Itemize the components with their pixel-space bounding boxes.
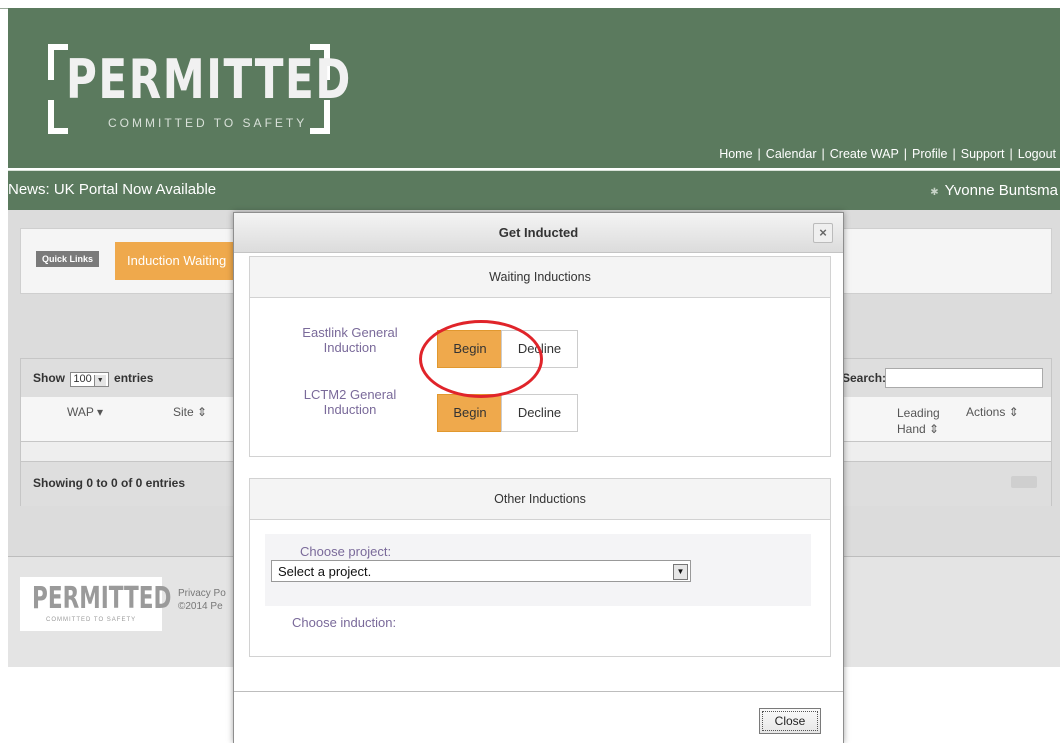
column-site[interactable]: Site ⇕ <box>173 405 207 419</box>
footer-logo: PERMITTED COMMITTED TO SAFETY <box>20 577 171 631</box>
table-info: Showing 0 to 0 of 0 entries <box>33 476 186 490</box>
nav-calendar[interactable]: Calendar <box>766 147 817 161</box>
other-inductions-panel: Other Inductions Choose project: Select … <box>249 478 831 657</box>
nav-support[interactable]: Support <box>961 147 1005 161</box>
project-select[interactable]: Select a project. ▼ <box>271 560 691 582</box>
waiting-inductions-panel: Waiting Inductions Eastlink General Indu… <box>249 256 831 457</box>
nav-separator: | <box>1009 147 1013 161</box>
sort-icon: ⇕ <box>1008 405 1019 419</box>
top-navigation: Home | Calendar | Create WAP | Profile | Support… <box>719 147 1056 161</box>
get-inducted-dialog: Get Inducted × Waiting Inductions Eastli… <box>233 212 844 743</box>
decline-button[interactable]: Decline <box>501 330 578 368</box>
news-text[interactable]: News: UK Portal Now Available <box>8 181 216 198</box>
pagination-arrows-icon[interactable] <box>1011 476 1037 488</box>
project-chooser: Choose project: Select a project. ▼ <box>265 534 811 606</box>
column-leading-hand[interactable]: Leading Hand ⇕ <box>897 405 940 437</box>
logo-bracket-icon <box>48 44 68 80</box>
choose-project-label: Choose project: <box>300 544 392 559</box>
footer-text: Privacy Po ©2014 Pe <box>178 587 226 613</box>
nav-separator: | <box>821 147 825 161</box>
search-label: Search: <box>842 371 887 385</box>
site-header: PERMITTED COMMITTED TO SAFETY <box>8 8 1060 168</box>
column-actions[interactable]: Actions ⇕ <box>966 405 1019 419</box>
dropdown-arrow-icon: ▼ <box>93 375 106 386</box>
permitted-logo[interactable]: PERMITTED COMMITTED TO SAFETY <box>48 36 350 146</box>
column-label: Actions <box>966 405 1006 419</box>
quick-links-label: Quick Links <box>36 251 100 267</box>
project-select-value: Select a project. <box>278 564 372 579</box>
dialog-title: Get Inducted <box>234 213 843 253</box>
nav-profile[interactable]: Profile <box>912 147 947 161</box>
other-inductions-heading: Other Inductions <box>250 479 830 520</box>
list-item: Eastlink General Induction Begin Decline <box>280 325 810 370</box>
column-label: Hand <box>897 422 926 436</box>
nav-home[interactable]: Home <box>719 147 752 161</box>
show-label: Show <box>33 371 65 385</box>
nav-separator: | <box>757 147 761 161</box>
user-name: Yvonne Buntsma <box>944 182 1058 199</box>
privacy-link[interactable]: Privacy Po <box>178 588 226 599</box>
begin-button[interactable]: Begin <box>437 394 503 432</box>
entries-value: 100 <box>73 373 92 385</box>
sort-desc-icon: ▾ <box>97 405 104 419</box>
close-button[interactable]: Close <box>759 708 821 734</box>
footer-logo-wordmark: PERMITTED <box>32 581 172 616</box>
logo-bracket-icon <box>48 100 68 134</box>
nav-logout[interactable]: Logout <box>1018 147 1056 161</box>
begin-button[interactable]: Begin <box>437 330 503 368</box>
column-wap[interactable]: WAP ▾ <box>67 405 103 419</box>
logo-tagline: COMMITTED TO SAFETY <box>108 116 308 130</box>
entries-length: Show 100 ▼ entries <box>33 371 153 387</box>
user-menu[interactable]: ✱ Yvonne Buntsma <box>930 182 1058 199</box>
footer-logo-tagline: COMMITTED TO SAFETY <box>46 617 137 623</box>
nav-create-wap[interactable]: Create WAP <box>830 147 899 161</box>
nav-separator: | <box>903 147 908 161</box>
nav-separator: | <box>952 147 956 161</box>
column-label: Site <box>173 405 194 419</box>
entries-label: entries <box>114 371 154 385</box>
list-item: LCTM2 General Induction Begin Decline <box>280 387 810 434</box>
search-input[interactable] <box>885 368 1043 388</box>
close-icon[interactable]: × <box>813 223 833 243</box>
column-label: Leading <box>897 406 940 420</box>
choose-induction-label: Choose induction: <box>292 615 397 630</box>
decline-button[interactable]: Decline <box>501 394 578 432</box>
induction-name: Eastlink General Induction <box>302 325 398 355</box>
column-label: WAP <box>67 405 94 419</box>
news-bar: News: UK Portal Now Available ✱ Yvonne Bu… <box>8 170 1060 211</box>
gear-icon: ✱ <box>930 187 939 198</box>
entries-select[interactable]: 100 ▼ <box>70 372 109 387</box>
copyright: ©2014 Pe <box>178 601 223 612</box>
dialog-footer: Close <box>234 691 843 743</box>
dropdown-arrow-icon: ▼ <box>673 564 688 580</box>
induction-name: LCTM2 General Induction <box>303 387 397 417</box>
logo-wordmark: PERMITTED <box>66 48 352 111</box>
sort-icon: ⇕ <box>197 405 208 419</box>
waiting-inductions-heading: Waiting Inductions <box>250 257 830 298</box>
sort-icon: ⇕ <box>929 422 940 436</box>
